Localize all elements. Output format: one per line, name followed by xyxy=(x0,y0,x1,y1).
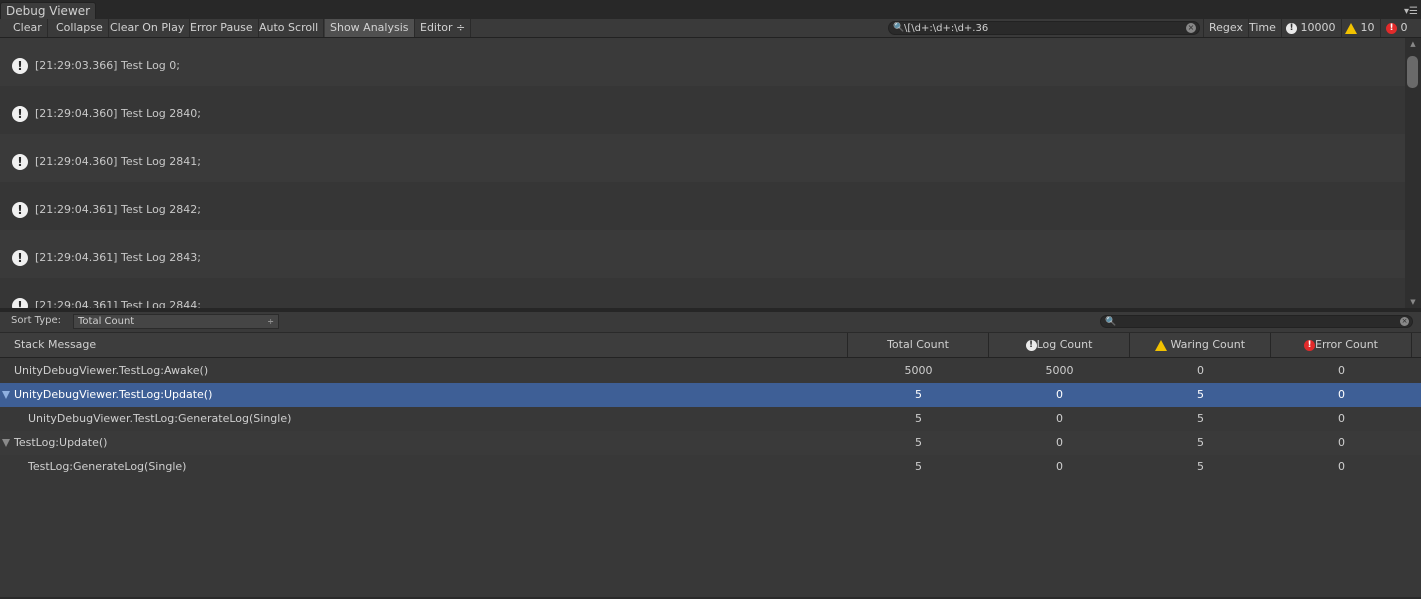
auto-scroll-button[interactable]: Auto Scroll xyxy=(254,19,325,37)
log-icon: ! xyxy=(12,106,28,122)
log-count-cell: 0 xyxy=(1056,388,1063,401)
error-count-cell: 0 xyxy=(1338,460,1345,473)
warning-count: 10 xyxy=(1360,21,1375,34)
log-list[interactable]: ! [21:29:03.366] Test Log 0; ! [21:29:04.3… xyxy=(0,38,1405,308)
analysis-search-field[interactable]: 🔍 × xyxy=(1100,315,1413,328)
log-icon: ! xyxy=(12,202,28,218)
log-entry-text: [21:29:04.361] Test Log 2842; xyxy=(35,203,201,216)
toolbar: Clear Collapse Clear On Play Error Pause… xyxy=(0,19,1421,38)
log-icon: ! xyxy=(12,154,28,170)
search-input[interactable] xyxy=(904,22,1179,34)
log-icon: ! xyxy=(12,298,28,308)
window-menu-icon[interactable]: ▾☰ xyxy=(1404,6,1418,18)
log-entry[interactable]: ! [21:29:04.360] Test Log 2840; xyxy=(0,86,1405,134)
window-tab-bar: Debug Viewer ▾☰ xyxy=(0,0,1421,20)
scroll-up-icon[interactable]: ▲ xyxy=(1405,38,1421,50)
expand-arrow-icon[interactable] xyxy=(2,391,10,399)
analysis-table-header: Stack Message Total Count ! Log Count War… xyxy=(0,333,1421,358)
log-count-cell: 0 xyxy=(1056,460,1063,473)
collapse-button[interactable]: Collapse xyxy=(51,19,109,37)
total-count-cell: 5000 xyxy=(904,364,933,377)
log-icon: ! xyxy=(12,58,28,74)
log-count-cell: 0 xyxy=(1056,412,1063,425)
analysis-row[interactable]: TestLog:GenerateLog(Single) 5 0 5 0 xyxy=(0,455,1421,479)
sort-type-value: Total Count xyxy=(78,316,135,327)
log-entry-text: [21:29:04.361] Test Log 2844; xyxy=(35,299,201,308)
time-toggle[interactable]: Time xyxy=(1244,19,1282,37)
sort-type-label: Sort Type: xyxy=(11,315,62,326)
log-entry[interactable]: ! [21:29:04.361] Test Log 2844; xyxy=(0,278,1405,308)
clear-search-icon[interactable]: × xyxy=(1400,317,1409,326)
log-icon: ! xyxy=(1286,22,1297,34)
warning-icon xyxy=(1154,339,1167,351)
log-icon: ! xyxy=(1025,339,1037,351)
warning-count-cell: 5 xyxy=(1197,460,1204,473)
warning-count-cell: 0 xyxy=(1197,364,1204,377)
log-count-cell: 0 xyxy=(1056,436,1063,449)
column-error-count[interactable]: ! Error Count xyxy=(1271,333,1412,357)
error-pause-button[interactable]: Error Pause xyxy=(185,19,259,37)
log-entry-text: [21:29:04.360] Test Log 2841; xyxy=(35,155,201,168)
analysis-row[interactable]: UnityDebugViewer.TestLog:Update() 5 0 5 0 xyxy=(0,383,1421,407)
analysis-row[interactable]: UnityDebugViewer.TestLog:Awake() 5000 5000… xyxy=(0,359,1421,383)
error-count: 0 xyxy=(1400,21,1408,34)
expand-arrow-icon[interactable] xyxy=(2,439,10,447)
error-filter-toggle[interactable]: ! 0 xyxy=(1381,19,1413,37)
error-count-cell: 0 xyxy=(1338,436,1345,449)
window-tab-debug-viewer[interactable]: Debug Viewer xyxy=(0,2,96,19)
show-analysis-button[interactable]: Show Analysis xyxy=(325,19,415,37)
total-count-cell: 5 xyxy=(915,436,922,449)
log-scrollbar[interactable]: ▲ ▼ xyxy=(1405,38,1421,308)
stack-message-cell: UnityDebugViewer.TestLog:GenerateLog(Sin… xyxy=(28,412,292,425)
column-total-count[interactable]: Total Count xyxy=(848,333,989,357)
column-stack-message[interactable]: Stack Message xyxy=(0,333,848,357)
log-entry[interactable]: ! [21:29:04.361] Test Log 2843; xyxy=(0,230,1405,278)
search-icon: 🔍 xyxy=(1105,317,1117,327)
log-icon: ! xyxy=(12,250,28,266)
search-icon: 🔍 xyxy=(893,23,905,33)
error-count-cell: 0 xyxy=(1338,364,1345,377)
warning-filter-toggle[interactable]: 10 xyxy=(1340,19,1381,37)
stack-message-cell: UnityDebugViewer.TestLog:Update() xyxy=(14,388,213,401)
analysis-row[interactable]: TestLog:Update() 5 0 5 0 xyxy=(0,431,1421,455)
clear-search-icon[interactable]: × xyxy=(1186,23,1196,33)
scroll-down-icon[interactable]: ▼ xyxy=(1405,296,1421,308)
sort-type-dropdown[interactable]: Total Count ÷ xyxy=(73,314,279,329)
column-log-count[interactable]: ! Log Count xyxy=(989,333,1130,357)
analysis-row[interactable]: UnityDebugViewer.TestLog:GenerateLog(Sin… xyxy=(0,407,1421,431)
total-count-cell: 5 xyxy=(915,460,922,473)
clear-button[interactable]: Clear xyxy=(8,19,48,37)
dropdown-arrow-icon: ÷ xyxy=(267,317,274,326)
search-field[interactable]: 🔍 × xyxy=(888,21,1200,35)
total-count-cell: 5 xyxy=(915,412,922,425)
log-count: 10000 xyxy=(1300,21,1336,34)
log-entry-text: [21:29:04.360] Test Log 2840; xyxy=(35,107,201,120)
regex-toggle[interactable]: Regex xyxy=(1203,19,1249,37)
log-entry[interactable]: ! [21:29:04.361] Test Log 2842; xyxy=(0,182,1405,230)
log-count-cell: 5000 xyxy=(1045,364,1074,377)
stack-message-cell: TestLog:Update() xyxy=(14,436,108,449)
error-icon: ! xyxy=(1304,339,1315,351)
log-entry-text: [21:29:04.361] Test Log 2843; xyxy=(35,251,201,264)
error-count-cell: 0 xyxy=(1338,412,1345,425)
warning-count-cell: 5 xyxy=(1197,388,1204,401)
log-entry[interactable]: ! [21:29:03.366] Test Log 0; xyxy=(0,38,1405,86)
warning-count-cell: 5 xyxy=(1197,436,1204,449)
log-entry-text: [21:29:03.366] Test Log 0; xyxy=(35,59,180,72)
log-filter-toggle[interactable]: ! 10000 xyxy=(1281,19,1342,37)
warning-count-cell: 5 xyxy=(1197,412,1204,425)
total-count-cell: 5 xyxy=(915,388,922,401)
stack-message-cell: UnityDebugViewer.TestLog:Awake() xyxy=(14,364,209,377)
analysis-sort-bar: Sort Type: Total Count ÷ 🔍 × xyxy=(0,312,1421,333)
scrollbar-thumb[interactable] xyxy=(1407,56,1418,88)
warning-icon xyxy=(1345,22,1357,34)
log-entry[interactable]: ! [21:29:04.360] Test Log 2841; xyxy=(0,134,1405,182)
error-icon: ! xyxy=(1386,22,1397,34)
clear-on-play-button[interactable]: Clear On Play xyxy=(105,19,191,37)
column-warning-count[interactable]: Waring Count xyxy=(1130,333,1271,357)
editor-dropdown[interactable]: Editor ÷ xyxy=(414,19,472,37)
error-count-cell: 0 xyxy=(1338,388,1345,401)
stack-message-cell: TestLog:GenerateLog(Single) xyxy=(28,460,187,473)
